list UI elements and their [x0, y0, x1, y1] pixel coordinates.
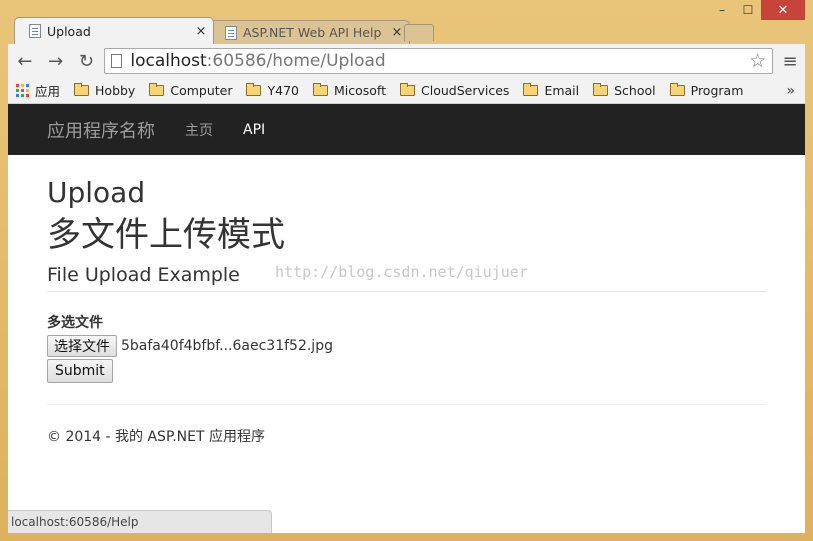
- site-brand-link[interactable]: 应用程序名称: [47, 117, 155, 143]
- menu-icon[interactable]: ≡: [775, 47, 805, 75]
- minimize-button[interactable]: –: [709, 0, 735, 20]
- tab-label: Upload: [47, 23, 91, 39]
- footer-divider: [47, 404, 766, 405]
- bookmark-folder-micosoft[interactable]: Micosoft: [312, 83, 387, 98]
- folder-icon: [523, 83, 539, 96]
- bookmark-label: School: [614, 83, 656, 98]
- choose-file-button[interactable]: 选择文件: [47, 335, 117, 357]
- tab-strip: ASP.NET Web API Help × Upload ×: [8, 17, 708, 44]
- bookmark-label: CloudServices: [421, 83, 510, 98]
- bookmark-apps[interactable]: 应用: [16, 81, 60, 100]
- tab-api-help[interactable]: ASP.NET Web API Help ×: [210, 20, 410, 44]
- site-navbar: 应用程序名称 主页 API: [8, 104, 805, 155]
- bookmark-label: Y470: [267, 83, 299, 98]
- page-icon: [111, 54, 123, 68]
- page-title: Upload: [47, 176, 146, 209]
- file-field-label: 多选文件: [47, 315, 103, 331]
- url-host: localhost: [130, 51, 207, 71]
- folder-icon: [246, 83, 262, 96]
- page-heading: 多文件上传模式 http://blog.csdn.net/qiujuer: [47, 213, 766, 281]
- watermark-text: http://blog.csdn.net/qiujuer: [275, 263, 528, 281]
- bookmark-folder-cloudservices[interactable]: CloudServices: [400, 83, 509, 98]
- tab-close-icon[interactable]: ×: [389, 25, 405, 40]
- folder-icon: [669, 83, 685, 96]
- back-button[interactable]: ←: [11, 47, 39, 75]
- new-tab-button[interactable]: [404, 24, 434, 41]
- window-controls: – ☐ ✕: [709, 0, 805, 22]
- file-input: 选择文件 5bafa40f4bfbf...6aec31f52.jpg: [47, 334, 766, 358]
- bookmark-label: Email: [544, 83, 580, 98]
- bookmark-folder-y470[interactable]: Y470: [246, 83, 299, 98]
- forward-button[interactable]: →: [42, 47, 70, 75]
- address-bar[interactable]: localhost:60586/home/Upload ☆: [104, 48, 774, 74]
- apps-grid-icon: [16, 84, 29, 97]
- bookmarks-overflow-button[interactable]: »: [786, 83, 795, 99]
- submit-button[interactable]: Submit: [47, 359, 113, 383]
- heading-text: 多文件上传模式: [47, 215, 285, 255]
- main-content: Upload 多文件上传模式 http://blog.csdn.net/qiuju…: [8, 175, 805, 446]
- bookmark-folder-email[interactable]: Email: [523, 83, 579, 98]
- page-viewport: 应用程序名称 主页 API Upload 多文件上传模式 http://blog.…: [8, 104, 805, 533]
- bookmark-label: Hobby: [95, 83, 136, 98]
- browser-toolbar: ← → ↻ localhost:60586/home/Upload ☆ ≡: [8, 44, 805, 78]
- folder-icon: [400, 83, 416, 96]
- page-icon: [29, 24, 41, 38]
- bookmark-star-icon[interactable]: ☆: [749, 50, 766, 72]
- bookmark-label: 应用: [35, 84, 61, 99]
- reload-button[interactable]: ↻: [73, 47, 101, 75]
- browser-window: – ☐ ✕ ASP.NET Web API Help × Upload × ← …: [0, 0, 813, 541]
- selected-file-name: 5bafa40f4bfbf...6aec31f52.jpg: [121, 338, 333, 354]
- bookmark-label: Micosoft: [333, 83, 387, 98]
- bookmark-label: Computer: [170, 83, 233, 98]
- nav-link-home[interactable]: 主页: [185, 120, 213, 140]
- bookmark-folder-computer[interactable]: Computer: [149, 83, 232, 98]
- status-bubble: localhost:60586/Help: [8, 510, 272, 533]
- maximize-button[interactable]: ☐: [735, 0, 761, 20]
- folder-icon: [149, 83, 165, 96]
- bookmark-folder-hobby[interactable]: Hobby: [74, 83, 135, 98]
- url-path: :60586/home/Upload: [206, 51, 386, 71]
- bookmarks-bar: 应用 Hobby Computer Y470 Micosoft CloudSer…: [8, 78, 805, 104]
- page-icon: [225, 25, 237, 40]
- tab-upload[interactable]: Upload ×: [14, 17, 214, 44]
- bookmark-folder-school[interactable]: School: [593, 83, 656, 98]
- tab-label: ASP.NET Web API Help: [243, 25, 382, 40]
- bookmark-folder-program[interactable]: Program: [669, 83, 744, 98]
- folder-icon: [593, 83, 609, 96]
- bookmark-label: Program: [690, 83, 744, 98]
- nav-link-api[interactable]: API: [243, 122, 265, 138]
- page-footer: © 2014 - 我的 ASP.NET 应用程序: [47, 429, 265, 445]
- folder-icon: [312, 83, 328, 96]
- folder-icon: [74, 83, 90, 96]
- close-window-button[interactable]: ✕: [761, 0, 805, 20]
- tab-close-icon[interactable]: ×: [193, 24, 209, 39]
